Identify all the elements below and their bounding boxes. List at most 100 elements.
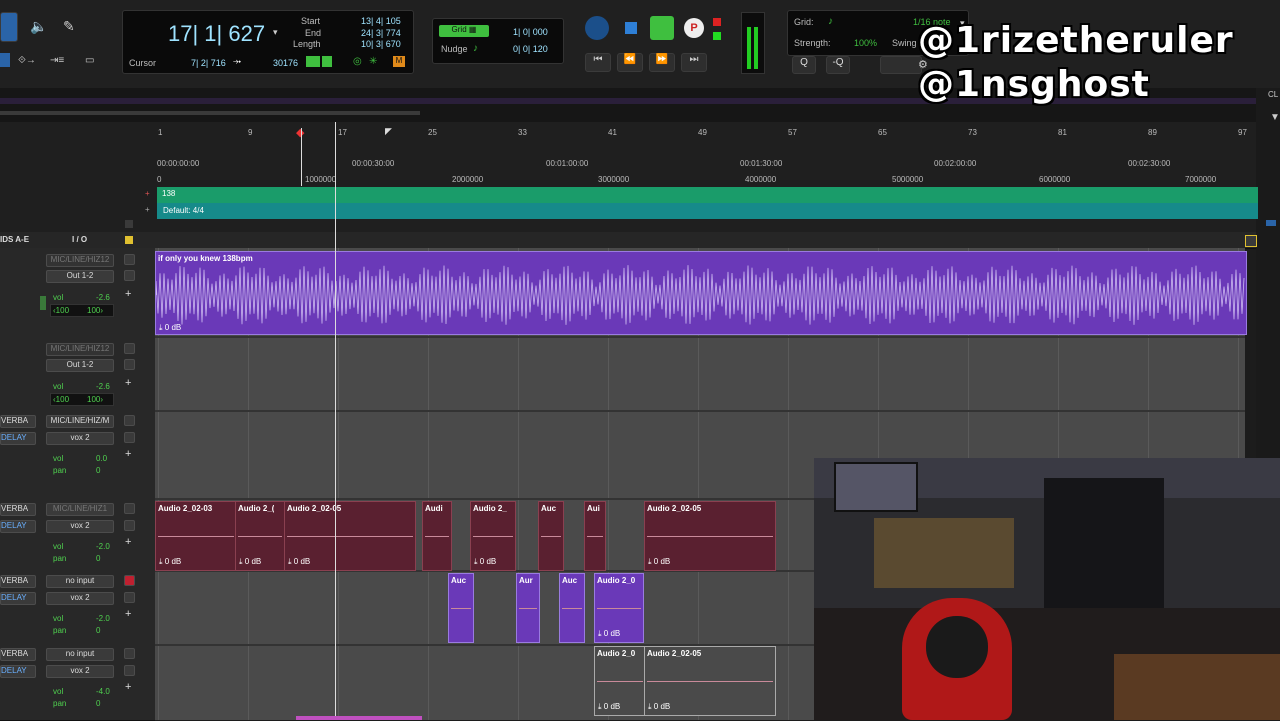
- bars-ruler[interactable]: 1 9 17 25 33 41 49 57 65 73 81 89 97: [0, 128, 1256, 142]
- audio-clip[interactable]: Auc: [538, 501, 564, 571]
- track-4-add-icon[interactable]: +: [125, 536, 131, 548]
- track-5-pan-value[interactable]: 0: [96, 626, 100, 635]
- track-3-output[interactable]: vox 2: [46, 432, 114, 445]
- go-to-end-button[interactable]: ⏭: [681, 53, 707, 72]
- track-1-pan-box[interactable]: ‹100 100›: [50, 304, 114, 317]
- audio-clip[interactable]: Audio 2_ ⤓ 0 dB: [470, 501, 516, 571]
- track-3-insert-2[interactable]: DELAY: [0, 432, 36, 445]
- track-1-output[interactable]: Out 1-2: [46, 270, 114, 283]
- ruler-options-button[interactable]: [125, 220, 133, 228]
- track-5-vol-value[interactable]: -2.0: [96, 614, 110, 623]
- audio-clip[interactable]: Audio 2_0 ⤓ 0 dB: [594, 573, 644, 643]
- track-5-output[interactable]: vox 2: [46, 592, 114, 605]
- track-4-insert-button[interactable]: [124, 503, 135, 514]
- audio-clip[interactable]: Audio 2_(⤓ 0 dB: [235, 501, 285, 571]
- speaker-icon[interactable]: 🔈: [30, 18, 47, 35]
- playhead[interactable]: [335, 122, 336, 720]
- track-1-pan-right[interactable]: 100›: [87, 306, 103, 315]
- add-meter-icon[interactable]: +: [145, 205, 150, 214]
- m-icon[interactable]: M: [393, 56, 405, 67]
- sync-icon[interactable]: ✳: [369, 56, 377, 67]
- track-1-insert-button[interactable]: [124, 254, 135, 265]
- track-2-vol-value[interactable]: -2.6: [96, 382, 110, 391]
- grid-value[interactable]: 1| 0| 000: [513, 27, 548, 37]
- audio-clip[interactable]: Audio 2_02-03 ⤓ 0 dB: [155, 501, 237, 571]
- selection-end-marker[interactable]: ◤: [385, 126, 392, 137]
- track-5-insert-button[interactable]: [124, 575, 135, 586]
- track-2-add-icon[interactable]: +: [125, 377, 131, 389]
- meter-icon[interactable]: [322, 56, 332, 67]
- edit-mode-button[interactable]: [0, 53, 10, 67]
- track-3-vol-value[interactable]: 0.0: [96, 454, 107, 463]
- track-2-pan-right[interactable]: 100›: [87, 395, 103, 404]
- track-4-list-button[interactable]: [124, 520, 135, 531]
- track-4-insert-2[interactable]: DELAY: [0, 520, 36, 533]
- track-1-add-icon[interactable]: +: [125, 288, 131, 300]
- track-5-insert-2[interactable]: DELAY: [0, 592, 36, 605]
- track-3-list-button[interactable]: [124, 432, 135, 443]
- tempo-ruler[interactable]: 138: [157, 187, 1258, 203]
- track-3-insert-1[interactable]: VERBA: [0, 415, 36, 428]
- midi-icon[interactable]: [306, 56, 320, 67]
- strength-value[interactable]: 100%: [854, 38, 877, 48]
- audio-clip[interactable]: Audi: [422, 501, 452, 571]
- track-2-pan-left[interactable]: ‹100: [53, 395, 69, 404]
- track-5-add-icon[interactable]: +: [125, 608, 131, 620]
- zoom-out-button[interactable]: -Q: [826, 56, 850, 74]
- track-4-vol-value[interactable]: -2.0: [96, 542, 110, 551]
- audio-clip[interactable]: Audio 2_02-05 ⤓ 0 dB: [644, 501, 776, 571]
- play-button[interactable]: [650, 16, 674, 40]
- fast-forward-button[interactable]: ⏩: [649, 53, 675, 72]
- track-6-vol-value[interactable]: -4.0: [96, 687, 110, 696]
- track-4-insert-1[interactable]: VERBA: [0, 503, 36, 516]
- online-button[interactable]: [585, 16, 609, 40]
- track-5-input[interactable]: no input: [46, 575, 114, 588]
- track-6-insert-button[interactable]: [124, 648, 135, 659]
- track-2-input[interactable]: MIC/LINE/HIZ12: [46, 343, 114, 356]
- audio-clip[interactable]: Aur: [516, 573, 540, 643]
- zoom-button[interactable]: Q: [792, 56, 816, 74]
- track-6-input[interactable]: no input: [46, 648, 114, 661]
- track-2-output[interactable]: Out 1-2: [46, 359, 114, 372]
- grid-button[interactable]: Grid ▦: [439, 25, 489, 37]
- tool-grabber-button[interactable]: [0, 12, 18, 42]
- audio-clip[interactable]: Audio 2_02-05 ⤓ 0 dB: [284, 501, 416, 571]
- stop-button[interactable]: [625, 22, 637, 34]
- track-4-output[interactable]: vox 2: [46, 520, 114, 533]
- clip-main-beat[interactable]: if only you knew 138bpm ⤓ 0 dB: [155, 251, 1247, 335]
- link-icon[interactable]: ⇥≡: [50, 55, 64, 66]
- track-1-pan-left[interactable]: ‹100: [53, 306, 69, 315]
- track-6-pan-value[interactable]: 0: [96, 699, 100, 708]
- end-value[interactable]: 24| 3| 774: [361, 28, 401, 38]
- add-tempo-icon[interactable]: +: [145, 189, 150, 198]
- track-1-list-button[interactable]: [124, 270, 135, 281]
- counter-dropdown-icon[interactable]: ▾: [273, 27, 278, 38]
- meter-ruler[interactable]: Default: 4/4: [157, 203, 1258, 219]
- main-counter[interactable]: 17| 1| 627: [168, 21, 265, 47]
- audio-clip[interactable]: Audio 2_02-05 ⤓ 0 dB: [644, 646, 776, 716]
- track-3-add-icon[interactable]: +: [125, 448, 131, 460]
- track-3-insert-button[interactable]: [124, 415, 135, 426]
- audio-clip[interactable]: Auc: [448, 573, 474, 643]
- track-3-input[interactable]: MIC/LINE/HIZ/M: [46, 415, 114, 428]
- track-6-insert-2[interactable]: DELAY: [0, 665, 36, 678]
- rewind-button[interactable]: ⏪: [617, 53, 643, 72]
- track-4-input[interactable]: MIC/LINE/HIZ1: [46, 503, 114, 516]
- track-6-output[interactable]: vox 2: [46, 665, 114, 678]
- track-1-vol-value[interactable]: -2.6: [96, 293, 110, 302]
- header-options-button[interactable]: [125, 236, 133, 244]
- filter-icon[interactable]: ▼: [1270, 112, 1280, 123]
- audio-clip[interactable]: Auc: [559, 573, 585, 643]
- pencil-icon[interactable]: ✎: [63, 18, 75, 35]
- tool-slot-button[interactable]: [880, 56, 922, 74]
- timecode-ruler[interactable]: 00:00:00:00 00:00:30:00 00:01:00:00 00:01:3…: [0, 159, 1256, 173]
- smart-tool-icon[interactable]: ⟐→: [18, 55, 36, 66]
- track-5-list-button[interactable]: [124, 592, 135, 603]
- track-6-insert-1[interactable]: VERBA: [0, 648, 36, 661]
- edit-window-menu-button[interactable]: [1245, 235, 1257, 247]
- audio-clip[interactable]: Aui: [584, 501, 606, 571]
- track-2-list-button[interactable]: [124, 359, 135, 370]
- length-value[interactable]: 10| 3| 670: [361, 39, 401, 49]
- track-5-insert-1[interactable]: VERBA: [0, 575, 36, 588]
- track-1-send-slider[interactable]: [40, 296, 46, 310]
